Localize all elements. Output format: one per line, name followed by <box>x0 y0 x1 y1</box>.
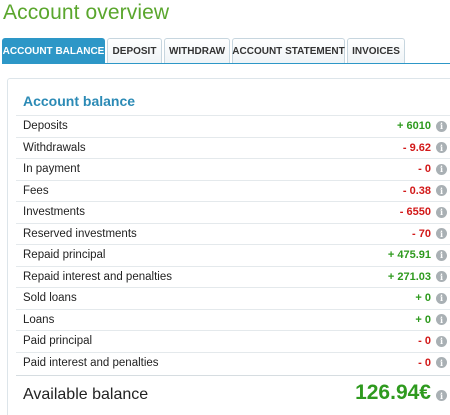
balance-row-label: Sold loans <box>23 292 77 305</box>
balance-row: Investments - 6550 i <box>16 201 450 223</box>
tab-bar: ACCOUNT BALANCE DEPOSIT WITHDRAW ACCOUNT… <box>2 38 407 64</box>
tab-deposit[interactable]: DEPOSIT <box>107 38 162 64</box>
tab-account-balance[interactable]: ACCOUNT BALANCE <box>2 38 105 64</box>
info-icon[interactable]: i <box>436 206 447 218</box>
balance-row: In payment - 0 i <box>16 158 450 180</box>
balance-row-value: + 0 <box>415 313 431 326</box>
balance-row-value: + 271.03 <box>387 270 431 283</box>
balance-row-value: - 0 <box>418 335 431 348</box>
balance-row-value: - 6550 <box>399 206 431 219</box>
account-balance-panel: Account balance Deposits + 6010 i Withdrawa… <box>7 78 450 415</box>
tab-divider <box>2 63 450 64</box>
info-icon[interactable]: i <box>436 228 447 240</box>
balance-row: Loans + 0 i <box>16 308 450 331</box>
balance-row-value: + 475.91 <box>387 249 431 262</box>
balance-row-value: - 0.38 <box>402 184 431 197</box>
balance-list: Deposits + 6010 i Withdrawals - 9.62 i In paym… <box>16 115 450 373</box>
info-icon[interactable]: i <box>436 292 447 304</box>
balance-row-value: - 70 <box>412 227 431 240</box>
available-balance-value: 126.94€ <box>355 381 431 404</box>
page-title: Account overview <box>3 1 170 24</box>
balance-row-label: In payment <box>23 163 80 176</box>
balance-row-value: + 0 <box>415 292 431 305</box>
available-balance-row: Available balance 126.94€ i <box>16 375 450 415</box>
info-icon[interactable]: i <box>436 390 447 401</box>
balance-row: Withdrawals - 9.62 i <box>16 136 450 159</box>
balance-row-label: Repaid interest and penalties <box>23 270 172 283</box>
info-icon[interactable]: i <box>436 163 447 175</box>
balance-row: Repaid principal + 475.91 i <box>16 244 450 266</box>
balance-row: Reserved investments - 70 i <box>16 222 450 245</box>
balance-row-value: - 9.62 <box>402 141 431 154</box>
balance-row-label: Paid principal <box>23 335 93 348</box>
tab-account-statement[interactable]: ACCOUNT STATEMENT <box>232 38 345 64</box>
balance-row: Paid interest and penalties - 0 i <box>16 351 450 374</box>
info-icon[interactable]: i <box>436 249 447 261</box>
balance-row-label: Paid interest and penalties <box>23 356 159 369</box>
available-balance-label: Available balance <box>23 386 149 403</box>
balance-row: Deposits + 6010 i <box>16 115 450 137</box>
info-icon[interactable]: i <box>436 271 447 283</box>
balance-row: Sold loans + 0 i <box>16 287 450 309</box>
info-icon[interactable]: i <box>436 120 447 132</box>
section-title: Account balance <box>23 93 136 109</box>
info-icon[interactable]: i <box>436 335 447 347</box>
balance-row-label: Repaid principal <box>23 249 106 262</box>
info-icon[interactable]: i <box>436 142 447 154</box>
balance-row-value: + 6010 <box>397 120 431 133</box>
info-icon[interactable]: i <box>436 314 447 326</box>
balance-row-value: - 0 <box>418 356 431 369</box>
balance-row-label: Fees <box>23 184 49 197</box>
balance-row-value: - 0 <box>418 163 431 176</box>
tab-invoices[interactable]: INVOICES <box>347 38 405 64</box>
balance-row-label: Deposits <box>23 120 68 133</box>
balance-row: Paid principal - 0 i <box>16 330 450 352</box>
balance-row: Repaid interest and penalties + 271.03 i <box>16 265 450 288</box>
info-icon[interactable]: i <box>436 357 447 369</box>
balance-row-label: Loans <box>23 313 55 326</box>
balance-row-label: Reserved investments <box>23 227 137 240</box>
balance-row-label: Withdrawals <box>23 141 86 154</box>
info-icon[interactable]: i <box>436 185 447 197</box>
balance-row: Fees - 0.38 i <box>16 179 450 202</box>
tab-withdraw[interactable]: WITHDRAW <box>164 38 230 64</box>
balance-row-label: Investments <box>23 206 85 219</box>
